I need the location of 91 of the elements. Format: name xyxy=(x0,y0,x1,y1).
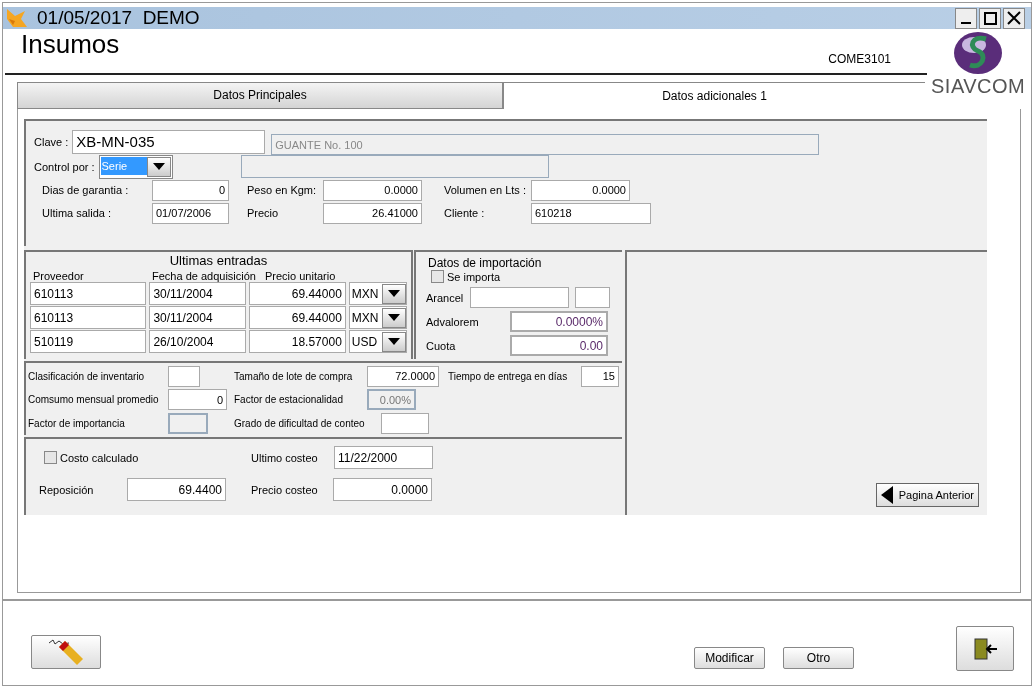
field-label: Peso en Kgm: xyxy=(247,183,318,198)
field-label: Volumen en Lts : xyxy=(444,183,527,198)
previous-page-button[interactable]: Pagina Anterior xyxy=(875,482,979,507)
pencil-button[interactable] xyxy=(31,635,101,669)
section-title: Ultimas entradas xyxy=(168,253,269,268)
text-field[interactable]: 510119 xyxy=(30,330,147,354)
logo-text: SIAVCOM xyxy=(931,75,1026,97)
text-field[interactable] xyxy=(575,287,610,309)
dropdown[interactable]: MXN xyxy=(348,306,407,330)
field-label: Precio xyxy=(247,206,280,221)
checkbox[interactable] xyxy=(44,451,57,465)
text-field[interactable]: 0 xyxy=(152,179,229,201)
checkbox-label: Se importa xyxy=(447,270,501,285)
caret-icon xyxy=(387,338,400,346)
caret-icon xyxy=(152,163,165,171)
text-field[interactable]: 69.4400 xyxy=(127,478,226,502)
text-field[interactable]: 0.0000% xyxy=(510,311,608,333)
field-label: Tiempo de entrega en días xyxy=(448,369,569,384)
form-code: COME3101 xyxy=(828,51,891,68)
field-label: Reposición xyxy=(39,482,95,498)
text-field[interactable] xyxy=(381,412,429,434)
text-field[interactable]: 0.0000 xyxy=(323,179,422,201)
text-field[interactable]: 26.41000 xyxy=(323,202,422,224)
text-field[interactable]: 0.0000 xyxy=(531,179,630,201)
left-arrow-icon xyxy=(880,485,893,504)
text-field[interactable]: 0.0000 xyxy=(333,478,432,502)
text-field[interactable]: 610113 xyxy=(30,282,147,306)
text-field[interactable]: 72.0000 xyxy=(367,365,439,387)
text-field[interactable] xyxy=(168,365,200,387)
minimize-button[interactable] xyxy=(955,7,977,29)
other-button[interactable]: Otro xyxy=(783,647,854,669)
field-label: Clasificación de inventario xyxy=(28,369,146,384)
section-title: Datos de importación xyxy=(428,255,543,270)
dropdown-button[interactable] xyxy=(381,307,406,328)
column-header: Fecha de adquisición xyxy=(151,268,257,282)
field-label: Dias de garantia : xyxy=(42,183,130,198)
tab[interactable]: Datos adicionales 1 xyxy=(503,81,925,109)
field-label: Ultimo costeo xyxy=(251,450,319,466)
exit-button[interactable] xyxy=(956,626,1014,671)
text-field[interactable]: 30/11/2004 xyxy=(149,282,247,306)
text-field[interactable] xyxy=(240,155,549,179)
field-label: Advalorem xyxy=(426,314,480,330)
field-label: Factor de importancia xyxy=(28,416,126,431)
text-field[interactable]: 01/07/2006 xyxy=(152,202,229,224)
close-icon xyxy=(1007,11,1021,25)
field-label: Precio costeo xyxy=(251,482,319,498)
field-label: Factor de estacionalidad xyxy=(234,393,344,408)
maximize-icon xyxy=(983,11,997,25)
field-label: Ultima salida : xyxy=(42,206,113,221)
field-label: Cuota xyxy=(426,338,457,354)
tab[interactable]: Datos Principales xyxy=(17,81,503,109)
field-label: Control por : xyxy=(34,159,95,175)
dropdown-button[interactable] xyxy=(381,331,406,352)
text-field[interactable]: 11/22/2000 xyxy=(334,446,433,470)
field-label: Arancel xyxy=(426,290,465,306)
window-title: 01/05/2017 DEMO xyxy=(37,5,200,30)
checkbox[interactable] xyxy=(431,270,444,284)
text-field[interactable]: 15 xyxy=(581,365,619,387)
text-field[interactable]: 18.57000 xyxy=(249,330,346,354)
text-field[interactable]: 610113 xyxy=(30,306,147,330)
field-label: Cliente : xyxy=(444,206,486,221)
text-field[interactable]: 69.44000 xyxy=(249,306,346,330)
field-label: Comsumo mensual promedio xyxy=(28,393,160,408)
field-label: Grado de dificultad de conteo xyxy=(234,416,366,431)
text-field[interactable]: 0.00 xyxy=(510,335,608,357)
text-field[interactable]: XB-MN-035 xyxy=(72,129,266,154)
maximize-button[interactable] xyxy=(979,7,1001,29)
dropdown[interactable]: MXN xyxy=(348,282,407,306)
dropdown-button[interactable] xyxy=(381,283,406,304)
form-title: Insumos xyxy=(21,29,120,59)
close-button[interactable] xyxy=(1003,7,1025,29)
column-header: Proveedor xyxy=(32,268,85,282)
field-label: Tamaño de lote de compra xyxy=(234,369,354,384)
text-field[interactable]: 610218 xyxy=(531,202,651,224)
column-header: Precio unitario xyxy=(264,268,337,282)
text-field[interactable]: 26/10/2004 xyxy=(149,330,247,354)
minimize-icon xyxy=(961,21,971,24)
text-field[interactable] xyxy=(470,287,569,309)
caret-icon xyxy=(387,290,400,298)
text-field[interactable]: 30/11/2004 xyxy=(149,306,247,330)
fox-icon xyxy=(5,7,29,29)
text-field[interactable]: 0 xyxy=(168,389,227,411)
text-field[interactable]: 69.44000 xyxy=(249,282,346,306)
checkbox-label: Costo calculado xyxy=(60,450,139,466)
field-label: Clave : xyxy=(34,134,69,150)
exit-door-icon xyxy=(971,636,999,661)
dropdown[interactable]: USD xyxy=(348,330,407,354)
caret-icon xyxy=(387,314,400,322)
modify-button[interactable]: Modificar xyxy=(694,647,765,669)
logo-icon xyxy=(952,31,1005,75)
dropdown-button[interactable] xyxy=(146,156,171,177)
